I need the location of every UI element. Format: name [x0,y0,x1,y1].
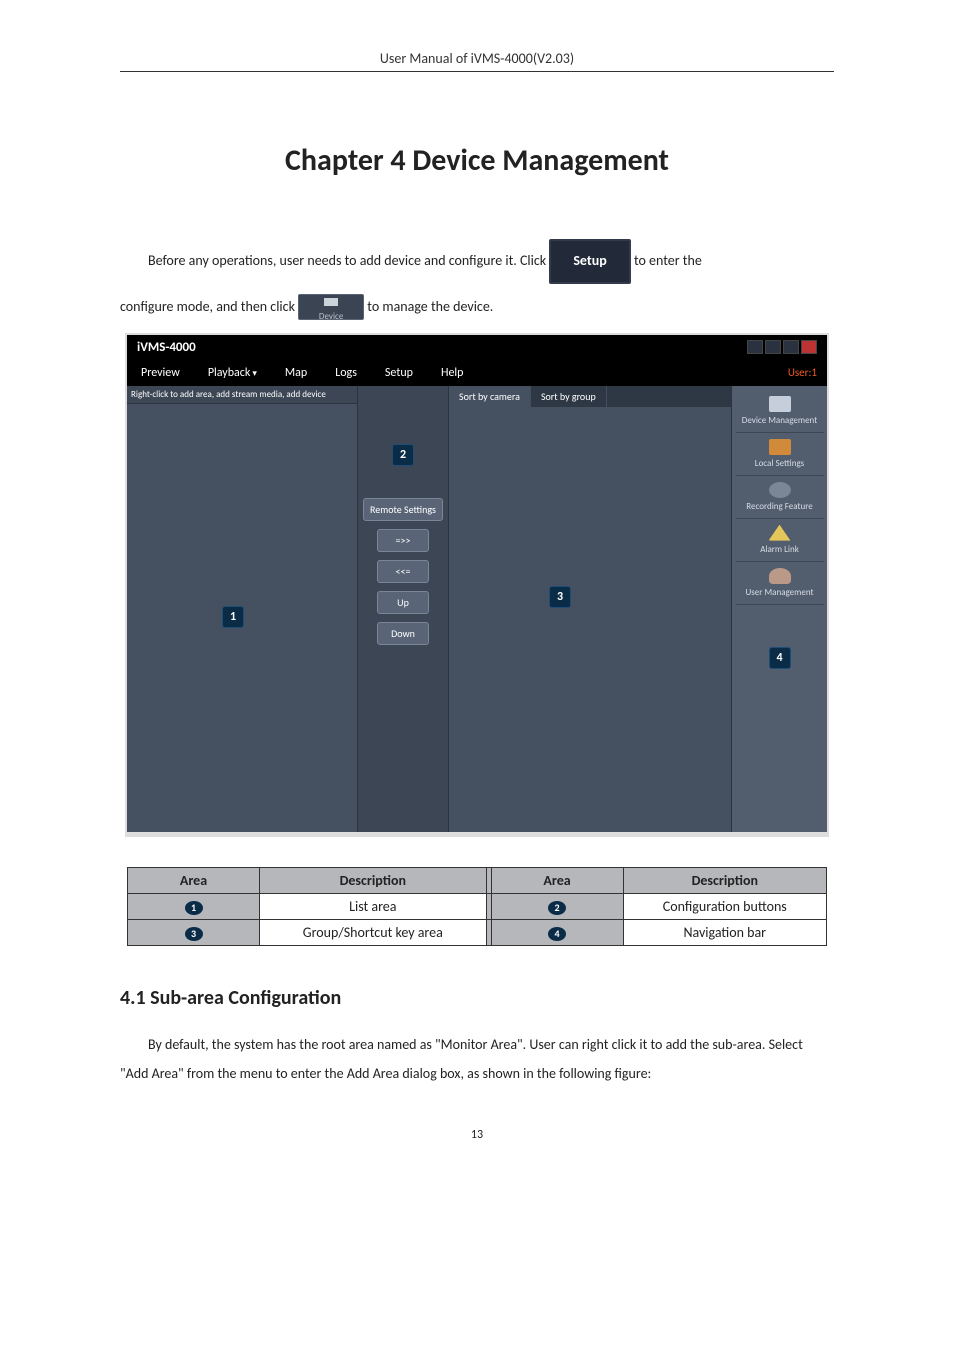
circle-badge: 3 [185,927,203,941]
th-area: Area [128,867,260,893]
tools-icon [769,439,791,455]
monitor-icon [769,396,791,412]
text: By default, the system has the root area… [120,1030,834,1089]
th-area: Area [491,867,623,893]
lock-icon[interactable] [765,340,781,354]
page-number: 13 [0,1128,954,1142]
nav-device-management[interactable]: Device Management [736,392,824,433]
area-description-table: Area Description Area Description 1 List… [127,867,827,946]
group-shortcut-panel[interactable]: Sort by camera Sort by group 3 [448,386,731,832]
monitor-icon [324,298,338,306]
ivms-screenshot: iVMS-4000 Preview Playback Map Logs Setu… [125,333,829,837]
left-panel-hint: Right-click to add area, add stream medi… [127,386,357,404]
user-label: User:1 [788,366,827,379]
sort-tabs: Sort by camera Sort by group [449,386,731,407]
remote-settings-button[interactable]: Remote Settings [363,498,443,521]
device-management-chip[interactable]: Device Management [298,294,364,320]
tab-sort-by-group[interactable]: Sort by group [531,386,607,407]
app-body: Right-click to add area, add stream medi… [127,386,827,832]
minimize-icon[interactable] [783,340,799,354]
user-icon[interactable] [747,340,763,354]
circle-badge: 4 [548,927,566,941]
app-title: iVMS-4000 [137,340,196,355]
text: to enter the [634,252,702,269]
list-area-panel[interactable]: Right-click to add area, add stream medi… [127,386,358,832]
th-description: Description [623,867,826,893]
badge-1: 1 [222,606,244,628]
badge-2: 2 [392,444,414,466]
menu-map[interactable]: Map [271,361,321,385]
badge-4: 4 [769,647,791,669]
menu-setup[interactable]: Setup [371,361,427,385]
chapter-title: Chapter 4 Device Management [0,142,954,179]
text: to manage the device. [367,298,493,315]
nav-local-settings[interactable]: Local Settings [736,435,824,476]
text: Before any operations, user needs to add… [148,252,549,269]
gear-icon [769,482,791,498]
warning-icon [769,525,791,541]
navigation-bar: Device Management Local Settings Recordi… [731,386,827,832]
move-down-button[interactable]: Down [377,622,429,645]
page-header: User Manual of iVMS-4000(V2.03) [120,50,834,72]
move-right-button[interactable]: =>> [377,529,429,552]
nav-alarm-link[interactable]: Alarm Link [736,521,824,562]
menu-preview[interactable]: Preview [127,361,194,385]
text: configure mode, and then click [120,298,298,315]
user-icon [769,568,791,584]
document-page: User Manual of iVMS-4000(V2.03) Chapter … [0,0,954,1192]
setup-button-inline[interactable]: Setup [549,239,630,284]
move-left-button[interactable]: <<= [377,560,429,583]
config-buttons-panel: 2 Remote Settings =>> <<= Up Down [358,386,448,832]
table-row: 1 List area 2 Configuration buttons [128,893,827,919]
menu-help[interactable]: Help [427,361,478,385]
circle-badge: 2 [548,901,566,915]
app-menu-bar: Preview Playback Map Logs Setup Help Use… [127,360,827,386]
menu-logs[interactable]: Logs [321,361,371,385]
nav-recording-feature[interactable]: Recording Feature [736,478,824,519]
menu-playback[interactable]: Playback [194,361,271,385]
app-titlebar: iVMS-4000 [127,335,827,360]
circle-badge: 1 [185,901,203,915]
tab-sort-by-camera[interactable]: Sort by camera [449,386,531,407]
move-up-button[interactable]: Up [377,591,429,614]
close-icon[interactable] [801,340,817,354]
window-controls [747,340,817,354]
th-description: Description [260,867,487,893]
badge-3: 3 [549,586,571,608]
nav-user-management[interactable]: User Management [736,564,824,605]
content-block: Before any operations, user needs to add… [120,239,834,323]
section-title: 4.1 Sub-area Configuration [120,986,834,1010]
table-row: 3 Group/Shortcut key area 4 Navigation b… [128,919,827,945]
